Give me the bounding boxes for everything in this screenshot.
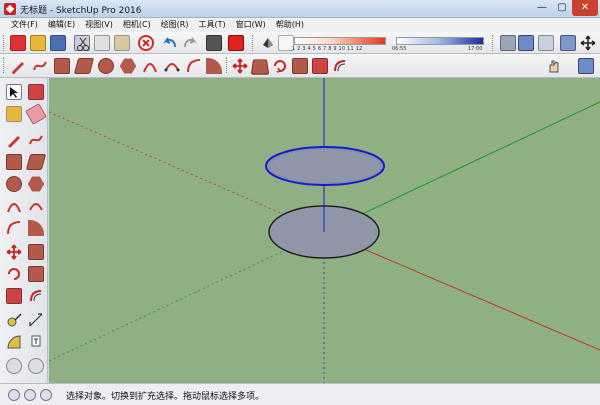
orbit-icon[interactable] xyxy=(6,358,22,374)
offset-tool-icon[interactable] xyxy=(28,288,44,304)
dimension-icon[interactable] xyxy=(28,312,44,328)
rectangle-tool-icon[interactable] xyxy=(6,154,22,170)
rotated-rectangle-tool-icon[interactable] xyxy=(25,154,47,170)
account-icon[interactable] xyxy=(40,389,52,401)
polygon-icon[interactable] xyxy=(120,58,136,74)
maximize-button[interactable]: ▢ xyxy=(552,0,572,16)
three-point-arc-tool-icon[interactable] xyxy=(6,220,22,236)
menu-view[interactable]: 视图(V) xyxy=(80,18,118,32)
geolocation-icon[interactable] xyxy=(8,389,20,401)
model-info-icon[interactable] xyxy=(228,35,244,51)
toolbar-grip[interactable] xyxy=(252,35,255,51)
redo-icon[interactable] xyxy=(182,35,198,51)
paint-bucket-icon[interactable] xyxy=(6,106,22,122)
layers-icon[interactable] xyxy=(560,35,576,51)
drawing-viewport[interactable] xyxy=(49,78,600,383)
upper-circle-selected xyxy=(265,146,385,186)
side-panel-icon[interactable] xyxy=(578,58,594,74)
rotate-icon[interactable] xyxy=(272,58,288,74)
menu-file[interactable]: 文件(F) xyxy=(6,18,43,32)
push-pull-icon[interactable] xyxy=(250,59,270,75)
menu-tools[interactable]: 工具(T) xyxy=(194,18,231,32)
toolbar-grip[interactable] xyxy=(3,57,6,73)
protractor-icon[interactable] xyxy=(6,334,22,350)
close-button[interactable]: ✕ xyxy=(572,0,598,16)
status-bar: 选择对象。切换到扩充选择。拖动鼠标选择多项。 xyxy=(0,383,600,405)
menu-edit[interactable]: 编辑(E) xyxy=(43,18,80,32)
eraser-icon[interactable] xyxy=(25,103,47,125)
move-arrows-icon[interactable] xyxy=(580,35,596,51)
sketchup-app-icon xyxy=(4,3,16,15)
three-point-arc-icon[interactable] xyxy=(186,58,202,74)
menu-camera[interactable]: 相机(C) xyxy=(118,18,156,32)
standard-toolbar: 1 2 3 4 5 6 7 8 9 10 11 12 06:55 17:00 xyxy=(0,32,600,54)
polygon-tool-icon[interactable] xyxy=(28,176,44,192)
shadow-time-end: 17:00 xyxy=(468,46,483,52)
menu-window[interactable]: 窗口(W) xyxy=(231,18,271,32)
pencil-tool-icon[interactable] xyxy=(6,132,22,148)
hand-icon[interactable] xyxy=(546,58,562,74)
move-icon[interactable] xyxy=(6,244,22,260)
scale-tool-icon[interactable] xyxy=(6,288,22,304)
rectangle-icon[interactable] xyxy=(54,58,70,74)
menu-help[interactable]: 帮助(H) xyxy=(271,18,309,32)
window-title: 无标题 - SketchUp Pro 2016 xyxy=(20,6,142,16)
menu-bar: 文件(F) 编辑(E) 视图(V) 相机(C) 绘图(R) 工具(T) 窗口(W… xyxy=(0,18,600,32)
toolbar-grip[interactable] xyxy=(492,35,495,51)
pan-icon[interactable] xyxy=(28,358,44,374)
shadow-toggle-icon[interactable] xyxy=(260,35,276,51)
make-component-icon[interactable] xyxy=(28,84,44,100)
shadow-time-slider[interactable] xyxy=(396,37,484,45)
print-icon[interactable] xyxy=(206,35,222,51)
large-tool-set xyxy=(0,78,48,383)
arc-icon[interactable] xyxy=(142,58,158,74)
cut-icon[interactable] xyxy=(74,35,90,51)
save-icon[interactable] xyxy=(50,35,66,51)
rotate-tool-icon[interactable] xyxy=(6,266,22,282)
shadow-date-slider[interactable] xyxy=(294,37,386,45)
toolbar-grip[interactable] xyxy=(3,35,6,51)
move-tool-icon[interactable] xyxy=(232,58,248,74)
pie-icon[interactable] xyxy=(206,58,222,74)
follow-me-tool-icon[interactable] xyxy=(28,266,44,282)
circle-tool-icon[interactable] xyxy=(6,176,22,192)
components-icon[interactable] xyxy=(500,35,516,51)
select-arrow-icon[interactable] xyxy=(6,84,22,100)
freehand-icon[interactable] xyxy=(32,58,48,74)
two-point-arc-tool-icon[interactable] xyxy=(28,198,44,214)
delete-icon[interactable] xyxy=(138,35,154,51)
tape-measure-icon[interactable] xyxy=(6,312,22,328)
shadow-time-start: 06:55 xyxy=(392,46,407,52)
push-pull-tool-icon[interactable] xyxy=(28,244,44,260)
two-point-arc-icon[interactable] xyxy=(164,58,180,74)
green-axis-dotted xyxy=(49,231,325,362)
title-bar: 无标题 - SketchUp Pro 2016 — ▢ ✕ xyxy=(0,0,600,18)
undo-icon[interactable] xyxy=(162,35,178,51)
shadow-month-labels: 1 2 3 4 5 6 7 8 9 10 11 12 xyxy=(292,46,363,52)
rotated-rectangle-icon[interactable] xyxy=(73,58,95,74)
scale-icon[interactable] xyxy=(312,58,328,74)
follow-me-icon[interactable] xyxy=(292,58,308,74)
status-message: 选择对象。切换到扩充选择。拖动鼠标选择多项。 xyxy=(66,392,265,402)
arc-tool-icon[interactable] xyxy=(6,198,22,214)
copy-icon[interactable] xyxy=(94,35,110,51)
new-file-icon[interactable] xyxy=(10,35,26,51)
toolbar-grip[interactable] xyxy=(226,57,229,73)
pie-tool-icon[interactable] xyxy=(28,220,44,236)
menu-draw[interactable]: 绘图(R) xyxy=(156,18,194,32)
offset-icon[interactable] xyxy=(332,58,348,74)
paste-icon[interactable] xyxy=(114,35,130,51)
materials-icon[interactable] xyxy=(518,35,534,51)
freehand-tool-icon[interactable] xyxy=(28,132,44,148)
text-tool-icon[interactable] xyxy=(28,334,44,350)
minimize-button[interactable]: — xyxy=(532,0,552,16)
styles-icon[interactable] xyxy=(538,35,554,51)
open-folder-icon[interactable] xyxy=(30,35,46,51)
drawing-toolbar: 数值 xyxy=(0,54,600,128)
credits-icon[interactable] xyxy=(24,389,36,401)
circle-icon[interactable] xyxy=(98,58,114,74)
pencil-icon[interactable] xyxy=(10,58,26,74)
